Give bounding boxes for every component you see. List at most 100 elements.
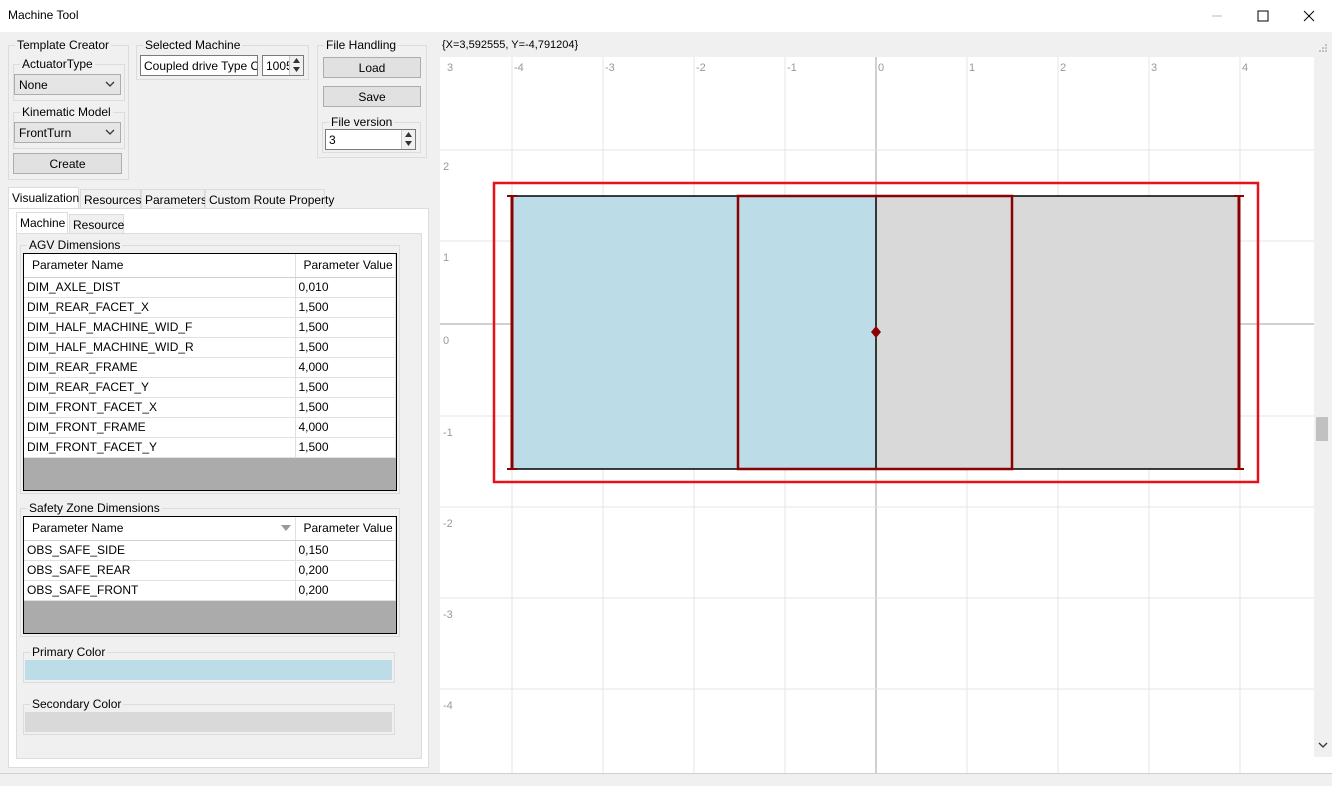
load-button[interactable]: Load xyxy=(323,57,421,78)
agv-name-cell[interactable]: DIM_FRONT_FACET_X xyxy=(24,397,296,418)
agv-dimensions-grid[interactable]: Parameter Name Parameter Value DIM_AXLE_… xyxy=(23,253,397,491)
table-row[interactable]: OBS_SAFE_SIDE 0,150 xyxy=(24,540,396,561)
agv-value-cell[interactable]: 1,500 xyxy=(295,397,396,418)
x-tick-label: -3 xyxy=(605,62,615,74)
tab-custom-route-property[interactable]: Custom Route Property xyxy=(205,189,334,209)
machine-plot[interactable]: 3 -4 -3 -2 -1 0 1 2 3 4 2 1 0 -1 -2 -3 -4 xyxy=(440,35,1332,773)
x-tick-label: -2 xyxy=(696,62,706,74)
machine-name-input[interactable]: Coupled drive Type C xyxy=(140,55,258,76)
table-row[interactable]: OBS_SAFE_FRONT 0,200 xyxy=(24,580,396,601)
agv-name-cell[interactable]: DIM_FRONT_FACET_Y xyxy=(24,437,296,458)
file-version-value: 3 xyxy=(329,133,336,147)
close-icon xyxy=(1303,10,1315,22)
safety-value-cell[interactable]: 0,150 xyxy=(295,540,396,561)
plot-vertical-scrollbar[interactable] xyxy=(1314,57,1332,757)
table-row[interactable]: DIM_HALF_MACHINE_WID_R 1,500 xyxy=(24,337,396,358)
agv-name-cell[interactable]: DIM_REAR_FACET_X xyxy=(24,297,296,318)
subtab-machine[interactable]: Machine xyxy=(16,212,68,234)
create-button[interactable]: Create xyxy=(13,153,122,174)
y-tick-label: -4 xyxy=(443,700,453,712)
agv-value-cell[interactable]: 0,010 xyxy=(295,277,396,298)
x-tick-label: 0 xyxy=(878,62,884,74)
agv-value-cell[interactable]: 4,000 xyxy=(295,417,396,438)
agv-value-cell[interactable]: 1,500 xyxy=(295,297,396,318)
spin-up-icon xyxy=(405,132,412,137)
agv-col-name-header[interactable]: Parameter Name xyxy=(24,254,296,278)
agv-name-cell[interactable]: DIM_AXLE_DIST xyxy=(24,277,296,298)
agv-value-cell[interactable]: 4,000 xyxy=(295,357,396,378)
maximize-icon xyxy=(1257,10,1269,22)
scroll-down-icon[interactable] xyxy=(1318,741,1328,749)
y-tick-label: -1 xyxy=(443,427,453,439)
x-tick-label: 3 xyxy=(447,62,453,74)
table-row[interactable]: DIM_FRONT_FRAME 4,000 xyxy=(24,417,396,438)
table-row[interactable]: DIM_FRONT_FACET_Y 1,500 xyxy=(24,437,396,458)
agv-col-value-header[interactable]: Parameter Value xyxy=(295,254,396,278)
table-row[interactable]: DIM_FRONT_FACET_X 1,500 xyxy=(24,397,396,418)
tab-visualization[interactable]: Visualization xyxy=(8,187,79,209)
plot-canvas[interactable]: 3 -4 -3 -2 -1 0 1 2 3 4 2 1 0 -1 -2 -3 -4 xyxy=(440,35,1332,773)
file-version-stepper[interactable]: 3 xyxy=(325,129,416,150)
agv-name-cell[interactable]: DIM_REAR_FACET_Y xyxy=(24,377,296,398)
minimize-icon xyxy=(1212,15,1222,17)
table-row[interactable]: DIM_REAR_FACET_X 1,500 xyxy=(24,297,396,318)
agv-name-cell[interactable]: DIM_HALF_MACHINE_WID_F xyxy=(24,317,296,338)
table-row[interactable]: DIM_REAR_FRAME 4,000 xyxy=(24,357,396,378)
agv-name-cell[interactable]: DIM_HALF_MACHINE_WID_R xyxy=(24,337,296,358)
kinematic-model-select[interactable]: FrontTurn xyxy=(14,122,121,143)
x-tick-label: 1 xyxy=(969,62,975,74)
file-version-spin[interactable] xyxy=(401,130,415,149)
safety-zone-grid[interactable]: Parameter Name Parameter Value OBS_SAFE_… xyxy=(23,516,397,634)
safety-name-cell[interactable]: OBS_SAFE_SIDE xyxy=(24,540,296,561)
table-row[interactable]: DIM_HALF_MACHINE_WID_F 1,500 xyxy=(24,317,396,338)
coordinate-readout: {X=3,592555, Y=-4,791204} xyxy=(442,39,579,51)
subtab-resource[interactable]: Resource xyxy=(69,214,124,234)
close-button[interactable] xyxy=(1286,0,1332,32)
actuator-type-select[interactable]: None xyxy=(14,74,121,95)
agv-name-cell[interactable]: DIM_REAR_FRAME xyxy=(24,357,296,378)
selected-machine-legend: Selected Machine xyxy=(145,38,241,52)
safety-value-cell[interactable]: 0,200 xyxy=(295,580,396,601)
safety-name-cell[interactable]: OBS_SAFE_FRONT xyxy=(24,580,296,601)
y-tick-label: -2 xyxy=(443,518,453,530)
table-row[interactable]: DIM_AXLE_DIST 0,010 xyxy=(24,277,396,298)
minimize-button[interactable] xyxy=(1194,0,1240,32)
kinematic-model-legend: Kinematic Model xyxy=(22,105,111,119)
scrollbar-thumb[interactable] xyxy=(1316,417,1328,441)
save-button[interactable]: Save xyxy=(323,86,421,107)
agv-value-cell[interactable]: 1,500 xyxy=(295,337,396,358)
agv-name-cell[interactable]: DIM_FRONT_FRAME xyxy=(24,417,296,438)
y-tick-label: 0 xyxy=(443,335,449,347)
agv-value-cell[interactable]: 1,500 xyxy=(295,437,396,458)
spin-down-icon xyxy=(405,141,412,146)
chevron-down-icon xyxy=(105,81,115,87)
machine-number-stepper[interactable]: 1005 xyxy=(262,55,304,76)
safety-col-name-label: Parameter Name xyxy=(32,521,124,536)
table-row[interactable]: DIM_REAR_FACET_Y 1,500 xyxy=(24,377,396,398)
maximize-button[interactable] xyxy=(1240,0,1286,32)
file-handling-legend: File Handling xyxy=(326,38,397,52)
x-tick-label: 3 xyxy=(1151,62,1157,74)
coordinate-readout-bar: {X=3,592555, Y=-4,791204} xyxy=(440,35,1332,57)
center-primary-fill xyxy=(738,196,876,469)
safety-col-name-header[interactable]: Parameter Name xyxy=(24,517,296,541)
table-row[interactable]: OBS_SAFE_REAR 0,200 xyxy=(24,560,396,581)
window-title: Machine Tool xyxy=(8,8,79,22)
status-strip xyxy=(0,773,1332,786)
x-tick-label: 2 xyxy=(1060,62,1066,74)
primary-color-legend: Primary Color xyxy=(32,645,106,659)
spin-down-icon xyxy=(293,67,300,72)
secondary-color-swatch[interactable] xyxy=(25,712,392,732)
sort-down-icon xyxy=(280,525,291,531)
agv-value-cell[interactable]: 1,500 xyxy=(295,317,396,338)
safety-value-cell[interactable]: 0,200 xyxy=(295,560,396,581)
safety-name-cell[interactable]: OBS_SAFE_REAR xyxy=(24,560,296,581)
agv-value-cell[interactable]: 1,500 xyxy=(295,377,396,398)
x-tick-label: -4 xyxy=(514,62,524,74)
tab-resources[interactable]: Resources xyxy=(80,189,141,209)
tab-parameters[interactable]: Parameters xyxy=(141,189,207,209)
primary-color-swatch[interactable] xyxy=(25,660,392,680)
spin-up-icon xyxy=(293,58,300,63)
safety-col-value-header[interactable]: Parameter Value xyxy=(295,517,396,541)
machine-number-spin[interactable] xyxy=(289,56,303,75)
